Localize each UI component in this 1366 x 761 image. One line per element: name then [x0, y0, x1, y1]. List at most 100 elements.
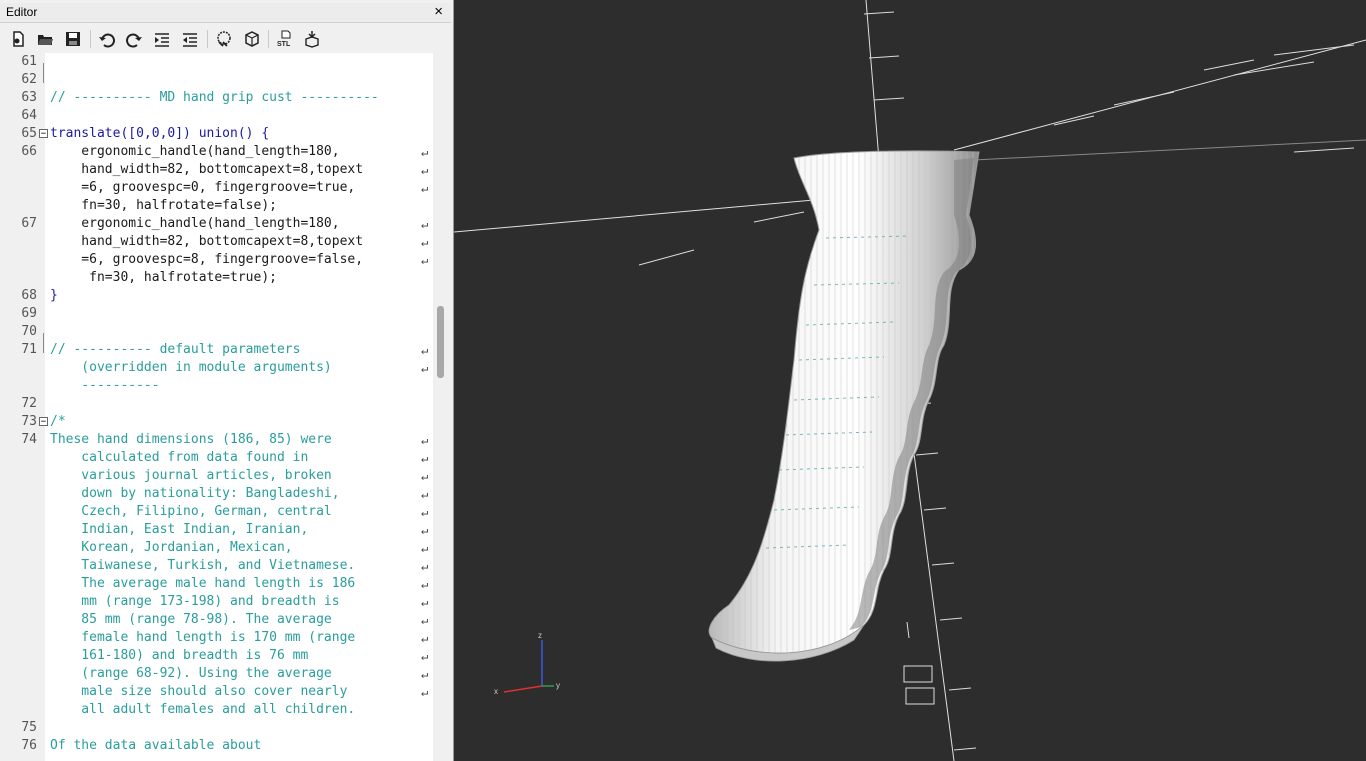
wrap-indicator-icon: ↵ — [421, 235, 429, 249]
code-text: fn=30, halfrotate=true); — [50, 270, 277, 285]
unindent-icon[interactable] — [151, 28, 173, 50]
code-text: } — [50, 288, 58, 303]
wrap-indicator-icon: ↵ — [421, 685, 429, 699]
close-icon[interactable]: × — [434, 3, 443, 20]
code-line[interactable]: down by nationality: Bangladeshi, ↵ — [0, 485, 433, 503]
code-line[interactable]: 63 // ---------- MD hand grip cust ------… — [0, 89, 433, 107]
line-number: 70 — [0, 323, 37, 341]
undo-icon[interactable] — [96, 28, 118, 50]
code-text: =6, groovespc=8, fingergroove=false, — [50, 252, 364, 267]
code-text: all adult females and all children. — [50, 702, 356, 717]
editor-titlebar: Editor × — [0, 3, 451, 23]
code-line[interactable]: hand_width=82, bottomcapext=8,topext ↵ — [0, 233, 433, 251]
code-line[interactable]: (overridden in module arguments) ↵ — [0, 359, 433, 377]
render-icon[interactable] — [241, 28, 263, 50]
code-text: Czech, Filipino, German, central — [50, 504, 332, 519]
code-line[interactable]: 161-180) and breadth is 76 mm ↵ — [0, 647, 433, 665]
code-line[interactable]: hand_width=82, bottomcapext=8,topext ↵ — [0, 161, 433, 179]
code-text: Indian, East Indian, Iranian, — [50, 522, 309, 537]
viewport-marker — [905, 687, 935, 705]
code-line[interactable]: The average male hand length is 186 ↵ — [0, 575, 433, 593]
code-line[interactable]: 85 mm (range 78-98). The average ↵ — [0, 611, 433, 629]
code-line[interactable]: 65 translate([0,0,0]) union() {− — [0, 125, 433, 143]
z-axis-label: z — [538, 631, 542, 640]
wrap-indicator-icon: ↵ — [421, 217, 429, 231]
code-line[interactable]: Czech, Filipino, German, central ↵ — [0, 503, 433, 521]
editor-title: Editor — [6, 5, 38, 19]
code-line[interactable]: 74 These hand dimensions (186, 85) were ↵ — [0, 431, 433, 449]
code-line[interactable]: ---------- — [0, 377, 433, 395]
line-number: 72 — [0, 395, 37, 413]
code-text: male size should also cover nearly — [50, 684, 348, 699]
new-file-icon[interactable] — [7, 28, 29, 50]
code-text: various journal articles, broken — [50, 468, 332, 483]
code-line[interactable]: 71 // ---------- default parameters ↵ — [0, 341, 433, 359]
editor-panel: Editor × STL 61 62 63 // ---------- MD h… — [0, 0, 454, 761]
code-line[interactable]: fn=30, halfrotate=false); — [0, 197, 433, 215]
code-text: The average male hand length is 186 — [50, 576, 356, 591]
code-line[interactable]: 69 — [0, 305, 433, 323]
code-line[interactable]: =6, groovespc=8, fingergroove=false, ↵ — [0, 251, 433, 269]
code-text: Of the data available about — [50, 738, 262, 753]
code-line[interactable]: female hand length is 170 mm (range ↵ — [0, 629, 433, 647]
code-text: (range 68-92). Using the average — [50, 666, 332, 681]
export-stl-icon[interactable]: STL — [274, 28, 296, 50]
code-line[interactable]: calculated from data found in ↵ — [0, 449, 433, 467]
code-text: calculated from data found in — [50, 450, 309, 465]
code-text: hand_width=82, bottomcapext=8,topext — [50, 234, 364, 249]
viewport-marker — [903, 665, 933, 683]
code-line[interactable]: (range 68-92). Using the average ↵ — [0, 665, 433, 683]
code-line[interactable]: Korean, Jordanian, Mexican, ↵ — [0, 539, 433, 557]
editor-scrollbar[interactable] — [433, 53, 451, 761]
wrap-indicator-icon: ↵ — [421, 577, 429, 591]
wrap-indicator-icon: ↵ — [421, 613, 429, 627]
code-text: translate([0,0,0]) union() { — [50, 126, 270, 141]
code-line[interactable]: Indian, East Indian, Iranian, ↵ — [0, 521, 433, 539]
fold-toggle-icon[interactable]: − — [39, 417, 48, 427]
line-number: 75 — [0, 719, 37, 737]
code-line[interactable]: 68} — [0, 287, 433, 305]
grip-model[interactable] — [708, 150, 980, 662]
code-editor[interactable]: 61 62 63 // ---------- MD hand grip cust --… — [0, 53, 433, 761]
code-line[interactable]: male size should also cover nearly ↵ — [0, 683, 433, 701]
line-number: 74 — [0, 431, 37, 449]
code-line[interactable]: all adult females and all children. — [0, 701, 433, 719]
code-text: /* — [50, 414, 66, 429]
code-line[interactable]: 73 /* − — [0, 413, 433, 431]
code-line[interactable]: various journal articles, broken ↵ — [0, 467, 433, 485]
code-line[interactable]: 67 ergonomic_handle(hand_length=180, ↵ — [0, 215, 433, 233]
code-text: 85 mm (range 78-98). The average — [50, 612, 332, 627]
save-icon[interactable] — [62, 28, 84, 50]
code-line[interactable]: mm (range 173-198) and breadth is ↵ — [0, 593, 433, 611]
code-line[interactable]: 70 — [0, 323, 433, 341]
code-line[interactable]: =6, groovespc=0, fingergroove=true, ↵ — [0, 179, 433, 197]
indent-icon[interactable] — [179, 28, 201, 50]
code-line[interactable]: 66 ergonomic_handle(hand_length=180, ↵ — [0, 143, 433, 161]
code-line[interactable]: Taiwanese, Turkish, and Vietnamese. ↵ — [0, 557, 433, 575]
redo-icon[interactable] — [123, 28, 145, 50]
code-line[interactable]: 72 — [0, 395, 433, 413]
viewport-canvas[interactable]: z x y — [454, 0, 1366, 761]
code-text: mm (range 173-198) and breadth is — [50, 594, 340, 609]
fold-toggle-icon[interactable]: − — [39, 129, 48, 139]
3d-viewport[interactable]: z x y — [454, 0, 1366, 761]
code-text: hand_width=82, bottomcapext=8,topext — [50, 162, 364, 177]
line-number: 66 — [0, 143, 37, 161]
code-text: Taiwanese, Turkish, and Vietnamese. — [50, 558, 356, 573]
editor-scrollbar-thumb[interactable] — [437, 306, 444, 378]
code-line[interactable]: 75 — [0, 719, 433, 737]
send-to-print-icon[interactable] — [301, 28, 323, 50]
code-line[interactable]: 62 — [0, 71, 433, 89]
code-line[interactable]: 64 — [0, 107, 433, 125]
wrap-indicator-icon: ↵ — [421, 181, 429, 195]
line-number: 62 — [0, 71, 37, 89]
code-text: ergonomic_handle(hand_length=180, — [50, 144, 340, 159]
open-file-icon[interactable] — [34, 28, 56, 50]
wrap-indicator-icon: ↵ — [421, 145, 429, 159]
code-line[interactable]: 61 — [0, 53, 433, 71]
wrap-indicator-icon: ↵ — [421, 361, 429, 375]
code-line[interactable]: fn=30, halfrotate=true); — [0, 269, 433, 287]
preview-icon[interactable] — [213, 28, 235, 50]
line-number: 64 — [0, 107, 37, 125]
code-line[interactable]: 76 Of the data available about — [0, 737, 433, 755]
